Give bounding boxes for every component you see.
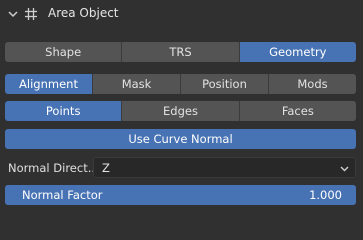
use-curve-normal-toggle[interactable]: Use Curve Normal xyxy=(5,129,356,149)
tab-edges[interactable]: Edges xyxy=(122,101,240,121)
tab-alignment[interactable]: Alignment xyxy=(5,74,93,94)
normal-factor-value: 1.000 xyxy=(309,188,342,202)
chevron-down-icon[interactable] xyxy=(7,8,19,20)
top-tab-bar: Shape TRS Geometry xyxy=(5,42,356,62)
panel-header[interactable]: Area Object xyxy=(0,0,363,28)
normal-factor-label: Normal Factor xyxy=(22,188,103,202)
element-tab-bar: Points Edges Faces xyxy=(5,101,356,121)
mode-tab-bar: Alignment Mask Position Mods xyxy=(5,74,356,94)
normal-direction-label: Normal Direct... xyxy=(8,161,99,175)
tab-faces[interactable]: Faces xyxy=(239,101,356,121)
normal-factor-slider[interactable]: Normal Factor 1.000 xyxy=(5,185,356,205)
tab-mask[interactable]: Mask xyxy=(93,74,181,94)
tab-points[interactable]: Points xyxy=(5,101,123,121)
tab-trs[interactable]: TRS xyxy=(122,42,240,62)
chevron-down-icon xyxy=(340,166,349,172)
normal-direction-dropdown[interactable]: Z xyxy=(93,157,356,178)
tab-geometry[interactable]: Geometry xyxy=(239,42,356,62)
tab-position[interactable]: Position xyxy=(181,74,269,94)
tab-shape[interactable]: Shape xyxy=(5,42,123,62)
grid-hash-icon xyxy=(25,8,37,20)
tab-mods[interactable]: Mods xyxy=(269,74,356,94)
panel-title: Area Object xyxy=(48,6,119,20)
normal-direction-value: Z xyxy=(102,161,110,175)
